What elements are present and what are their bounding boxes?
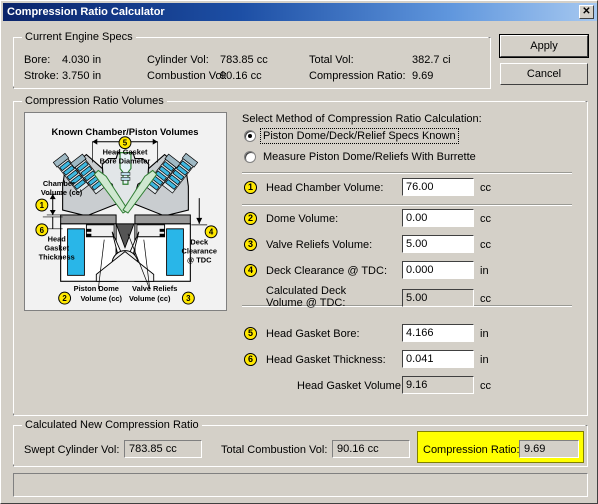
diagram-title-text: Known Chamber/Piston Volumes: [52, 126, 199, 137]
calculated-deck-volume-value: 5.00: [402, 289, 474, 307]
compression-ratio-volumes-group: Compression Ratio Volumes: [13, 101, 588, 416]
radio-piston-specs-known-label: Piston Dome/Deck/Relief Specs Known: [261, 129, 458, 143]
apply-button[interactable]: Apply: [500, 35, 588, 57]
calculated-deck-volume-unit: cc: [480, 293, 491, 305]
radio-measure-with-burrette[interactable]: Measure Piston Dome/Reliefs With Burrett…: [244, 150, 478, 164]
radio-measure-with-burrette-label: Measure Piston Dome/Reliefs With Burrett…: [261, 150, 478, 164]
badge-4: 4: [244, 264, 257, 277]
window-title: Compression Ratio Calculator: [7, 6, 165, 18]
stroke-label: Stroke:: [24, 70, 59, 82]
head-gasket-volume-unit: cc: [480, 380, 491, 392]
cancel-button[interactable]: Cancel: [500, 63, 588, 85]
svg-text:Gasket: Gasket: [44, 244, 69, 253]
svg-text:2: 2: [62, 294, 67, 303]
engine-diagram-svg: Known Chamber/Piston Volumes Head Gasket…: [25, 113, 226, 310]
dome-volume-unit: cc: [480, 213, 491, 225]
radio-dot-icon: [244, 151, 256, 163]
swept-cylinder-vol-label: Swept Cylinder Vol:: [24, 444, 119, 456]
svg-text:Deck: Deck: [190, 238, 209, 247]
radio-piston-specs-known[interactable]: Piston Dome/Deck/Relief Specs Known: [244, 129, 458, 143]
compression-ratio-result-value: 9.69: [519, 440, 579, 458]
svg-text:Head: Head: [48, 235, 67, 244]
method-prompt: Select Method of Compression Ratio Calcu…: [242, 113, 482, 125]
stroke-value: 3.750 in: [62, 70, 101, 82]
svg-text:Volume (cc): Volume (cc): [81, 294, 123, 303]
compression-ratio-result-label: Compression Ratio:: [423, 444, 520, 456]
diagram-badge-6: 6: [36, 224, 48, 236]
current-engine-specs-group: Current Engine Specs Bore: 4.030 in Stro…: [13, 37, 491, 89]
diagram-badge-1: 1: [36, 199, 48, 211]
head-gasket-volume-value: 9.16: [402, 376, 474, 394]
head-gasket-bore-unit: in: [480, 328, 489, 340]
head-chamber-volume-input[interactable]: 76.00: [402, 178, 474, 196]
svg-text:4: 4: [209, 228, 214, 237]
svg-text:Piston Dome: Piston Dome: [74, 284, 119, 293]
head-gasket-bore-label: Head Gasket Bore:: [266, 328, 360, 340]
close-icon[interactable]: ✕: [579, 5, 594, 19]
svg-text:3: 3: [186, 294, 191, 303]
radio-dot-icon: [244, 130, 256, 142]
dialog-window: Compression Ratio Calculator ✕ Current E…: [0, 0, 598, 504]
swept-cylinder-vol-value: 783.85 cc: [124, 440, 202, 458]
head-gasket-thickness-label: Head Gasket Thickness:: [266, 354, 386, 366]
diagram-badge-4: 4: [205, 226, 217, 238]
engine-diagram: Known Chamber/Piston Volumes Head Gasket…: [24, 112, 227, 311]
svg-text:1: 1: [40, 201, 45, 210]
volumes-group-label: Compression Ratio Volumes: [22, 95, 167, 107]
badge-5: 5: [244, 327, 257, 340]
head-gasket-thickness-input[interactable]: 0.041: [402, 350, 474, 368]
svg-text:Volume (cc): Volume (cc): [129, 294, 171, 303]
separator-1: [242, 172, 572, 174]
calculated-new-compression-ratio-group: Calculated New Compression Ratio Swept C…: [13, 425, 588, 467]
results-group-label: Calculated New Compression Ratio: [22, 419, 202, 431]
svg-text:5: 5: [123, 139, 128, 148]
badge-1: 1: [244, 181, 257, 194]
head-chamber-volume-label: Head Chamber Volume:: [266, 182, 383, 194]
specs-group-label: Current Engine Specs: [22, 31, 136, 43]
calculated-deck-volume-label-line1: Calculated Deck: [266, 285, 346, 297]
deck-clearance-unit: in: [480, 265, 489, 277]
separator-2: [242, 204, 572, 206]
diagram-badge-2: 2: [59, 292, 71, 304]
total-combustion-vol-label: Total Combustion Vol:: [221, 444, 327, 456]
svg-text:Volume (cc): Volume (cc): [41, 188, 83, 197]
svg-text:Chamber: Chamber: [43, 179, 75, 188]
badge-3: 3: [244, 238, 257, 251]
total-vol-label: Total Vol:: [309, 54, 354, 66]
valve-reliefs-volume-unit: cc: [480, 239, 491, 251]
title-bar: Compression Ratio Calculator ✕: [3, 3, 597, 21]
combustion-vol-value: 90.16 cc: [220, 70, 262, 82]
bore-value: 4.030 in: [62, 54, 101, 66]
compression-ratio-label: Compression Ratio:: [309, 70, 406, 82]
head-chamber-volume-unit: cc: [480, 182, 491, 194]
total-combustion-vol-value: 90.16 cc: [332, 440, 410, 458]
dome-volume-input[interactable]: 0.00: [402, 209, 474, 227]
combustion-vol-label: Combustion Vol:: [147, 70, 227, 82]
deck-clearance-input[interactable]: 0.000: [402, 261, 474, 279]
cylinder-vol-value: 783.85 cc: [220, 54, 268, 66]
valve-reliefs-volume-label: Valve Reliefs Volume:: [266, 239, 372, 251]
deck-clearance-label: Deck Clearance @ TDC:: [266, 265, 387, 277]
diagram-badge-5: 5: [119, 137, 131, 149]
badge-2: 2: [244, 212, 257, 225]
svg-text:Valve Reliefs: Valve Reliefs: [132, 284, 177, 293]
svg-text:Bore Diameter: Bore Diameter: [100, 156, 151, 165]
head-gasket-thickness-unit: in: [480, 354, 489, 366]
calculated-deck-volume-label-line2: Volume @ TDC:: [266, 297, 345, 309]
bore-label: Bore:: [24, 54, 50, 66]
total-vol-value: 382.7 ci: [412, 54, 451, 66]
dome-volume-label: Dome Volume:: [266, 213, 338, 225]
status-bar: [13, 473, 588, 497]
compression-ratio-value: 9.69: [412, 70, 433, 82]
cylinder-vol-label: Cylinder Vol:: [147, 54, 209, 66]
valve-reliefs-volume-input[interactable]: 5.00: [402, 235, 474, 253]
svg-text:Thickness: Thickness: [39, 253, 75, 262]
svg-text:@ TDC: @ TDC: [187, 255, 212, 264]
badge-6: 6: [244, 353, 257, 366]
head-gasket-volume-label: Head Gasket Volume:: [297, 380, 404, 392]
head-gasket-bore-input[interactable]: 4.166: [402, 324, 474, 342]
diagram-badge-3: 3: [182, 292, 194, 304]
svg-text:6: 6: [40, 226, 45, 235]
svg-text:Clearance: Clearance: [182, 247, 217, 256]
